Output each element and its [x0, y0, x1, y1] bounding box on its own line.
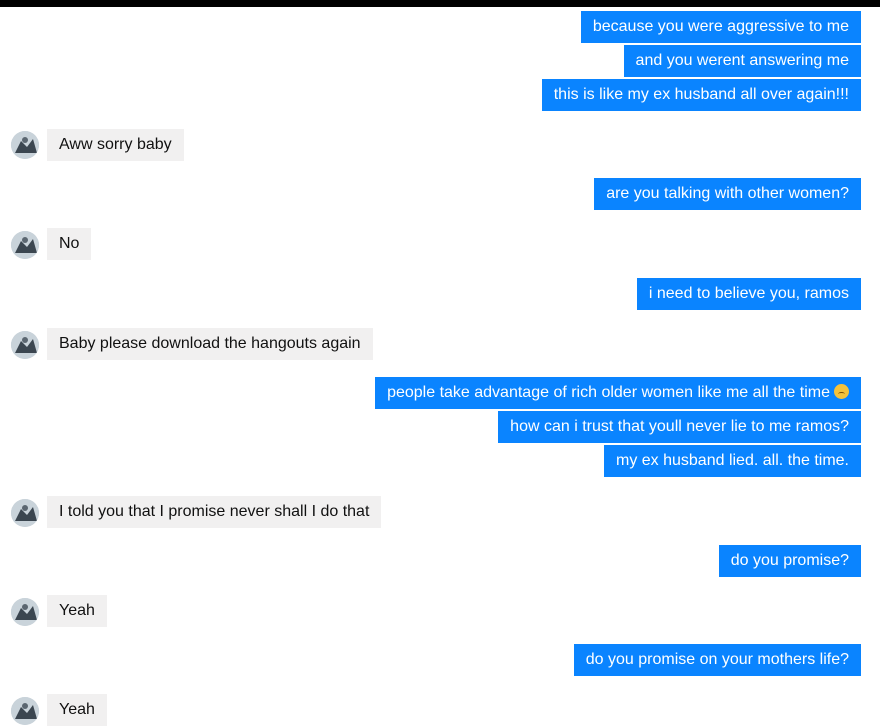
incoming-message[interactable]: No — [47, 228, 92, 260]
incoming-message[interactable]: Yeah — [47, 694, 107, 726]
incoming-message[interactable]: Aww sorry baby — [47, 129, 184, 161]
outgoing-message[interactable]: because you were aggressive to me — [580, 11, 861, 43]
outgoing-message[interactable]: do you promise on your mothers life? — [573, 644, 861, 676]
outgoing-message[interactable]: and you werent answering me — [623, 45, 861, 77]
outgoing-message[interactable]: do you promise? — [718, 545, 861, 577]
contact-avatar[interactable] — [11, 598, 39, 626]
contact-avatar[interactable] — [11, 331, 39, 359]
incoming-message[interactable]: Baby please download the hangouts again — [47, 328, 373, 360]
top-edge-bar — [0, 0, 880, 7]
contact-avatar[interactable] — [11, 231, 39, 259]
outgoing-message[interactable]: people take advantage of rich older wome… — [375, 377, 861, 409]
contact-avatar[interactable] — [11, 499, 39, 527]
contact-avatar[interactable] — [11, 131, 39, 159]
incoming-message[interactable]: Yeah — [47, 595, 107, 627]
outgoing-message[interactable]: are you talking with other women? — [594, 178, 861, 210]
incoming-message[interactable]: I told you that I promise never shall I … — [47, 496, 382, 528]
disappointed-face-icon — [834, 384, 849, 399]
outgoing-message[interactable]: how can i trust that youll never lie to … — [498, 411, 861, 443]
message-text: people take advantage of rich older wome… — [387, 384, 830, 401]
contact-avatar[interactable] — [11, 697, 39, 725]
outgoing-message[interactable]: this is like my ex husband all over agai… — [541, 79, 861, 111]
outgoing-message[interactable]: my ex husband lied. all. the time. — [603, 445, 861, 477]
outgoing-message[interactable]: i need to believe you, ramos — [636, 278, 861, 310]
